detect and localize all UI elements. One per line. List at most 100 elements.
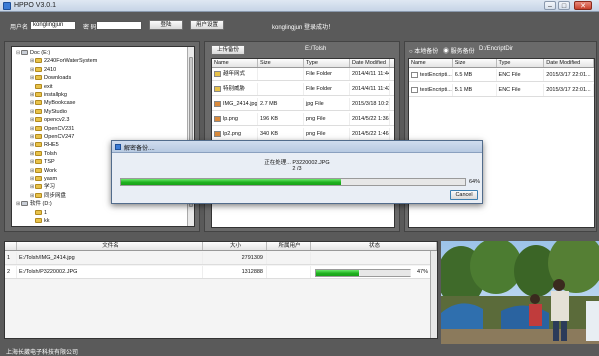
file-name-cell: lp2.png [212,128,258,140]
tree-item-label: installpkg [44,92,67,98]
file-date-cell: 2015/3/18 10:21... [350,98,390,110]
table-row[interactable]: 越年网式 File Folder2014/4/11 11:44... [212,68,394,81]
tree-item[interactable]: exit [12,83,53,91]
user-settings-button[interactable]: 用户设置 [190,20,224,30]
folder-icon [35,167,42,173]
tree-item-label: opencv2.3 [44,117,70,124]
file-type-cell: png File [304,128,350,140]
folder-icon [35,209,42,215]
folder-icon [35,150,42,156]
file-size-cell: 6.5 MB [453,69,497,81]
login-button[interactable]: 登陆 [149,20,183,30]
folder-icon [35,184,42,190]
queue-idx-cell: 1 [5,252,17,264]
tree-item[interactable]: 1 [12,209,47,217]
file-date-cell: 2015/3/17 22:01... [544,69,594,81]
tree-item[interactable]: ⊞ OpenCV247 [12,133,74,141]
queue-progress-fill [316,270,361,276]
queue-status-cell: 47% [311,266,437,278]
queue-progress-bar [315,269,411,277]
tree-item[interactable]: ⊞ 学习 [12,183,55,191]
transfer-queue[interactable]: 文件名 大小 所属用户 状态 1 E:/Tolsh/IMG_2414.jpg 279… [4,241,438,339]
remote-path: D:/EncriptDir [479,46,514,52]
col-size[interactable]: Size [258,59,304,67]
dialog-title-bar: 解密备份.... [112,141,482,153]
tree-item[interactable]: kk [12,217,50,225]
file-date-cell: 2014/5/22 1:46:... [350,128,390,140]
welcome-message: konglingjun 登录成功！ [272,25,335,31]
file-date-cell: 2014/4/11 11:44... [350,68,390,80]
file-type-cell: File Folder [304,83,350,95]
queue-scrollbar[interactable] [430,251,437,338]
tree-item-label: 1 [44,209,48,216]
table-row[interactable]: lp.png 196 KBpng File2014/5/22 1:36:0... [212,113,394,126]
table-row[interactable]: testEncripti... 5.1 MB ENC File 2015/3/17 2… [409,84,594,97]
status-bar: 上海长葳电子科技有限公司 [0,344,599,356]
col-type[interactable]: Type [497,59,545,67]
queue-row[interactable]: 2 E:/Tolsh/P3220002.JPG 1312888 47% [5,266,437,279]
tree-item[interactable]: ⊞ Tolsh [12,150,57,158]
tree-item-label: 2410 [44,66,57,73]
cancel-button[interactable]: Cancel [450,190,478,200]
folder-icon [35,58,42,64]
col-size[interactable]: Size [453,59,497,67]
tree-item-label: Tolsh [44,150,57,157]
app-icon [3,2,11,10]
col-date[interactable]: Date Modified [544,59,594,67]
tree-item[interactable]: ⊞ RHE5 [12,141,59,149]
col-owner[interactable]: 所属用户 [267,242,311,250]
col-type[interactable]: Type [304,59,350,67]
table-row[interactable]: IMG_2414.jpg 2.7 MB jpg File 2015/3/18 10:2… [212,98,394,111]
tree-item[interactable]: ⊞ 2410 [12,66,56,74]
minimize-button[interactable]: – [544,1,556,10]
image-file-icon [214,100,221,107]
queue-row[interactable]: 1 E:/Tolsh/IMG_2414.jpg 2791309 [5,252,437,265]
tree-item[interactable]: ⊞ MyStudio [12,108,67,116]
col-date[interactable]: Date Modified [350,59,390,67]
radio-local-backup[interactable]: ○ 本地备份 [409,46,438,55]
close-button[interactable]: ✕ [574,1,592,10]
file-size-cell [258,68,304,80]
username-input[interactable]: konglingjun [30,21,76,30]
tree-item[interactable]: ⊞ opencv2.3 [12,116,69,124]
dialog-progress-bar [120,178,466,186]
password-input[interactable] [96,21,142,30]
tree-item-label: RHE5 [44,142,59,149]
tree-item[interactable]: ⊞ Work [12,167,57,175]
tree-item[interactable]: ⊞ TSP [12,158,55,166]
tree-item-label: 软件 (D:) [30,201,52,208]
tree-item[interactable]: ⊞ yasm [12,175,57,183]
file-size-cell: 5.1 MB [453,84,497,96]
tree-item-label: MyBookcase [44,100,76,107]
tree-item[interactable]: ⊞ installpkg [12,91,67,99]
col-status[interactable]: 状态 [311,242,437,250]
tree-item-label: OpenCV231 [44,125,75,132]
folder-icon [214,85,221,92]
image-preview [441,241,599,344]
tree-item[interactable]: ⊞ OpenCV231 [12,125,74,133]
tree-item[interactable]: ⊞ 同步网盘 [12,192,66,200]
table-row[interactable]: 特别威胁 File Folder2014/4/11 11:43... [212,83,394,96]
col-name[interactable]: Name [409,59,453,67]
tree-item[interactable]: ⊞ MyBookcase [12,99,76,107]
upload-backup-button[interactable]: 上传备份 [211,45,245,55]
folder-icon [35,142,42,148]
tree-item[interactable]: ⊟ Doc (E:) [12,49,50,57]
maximize-button[interactable]: □ [558,1,570,10]
tree-item-label: OpenCV247 [44,134,75,140]
file-name-cell: testEncripti... [409,84,453,96]
tree-item[interactable]: ⊞ Downloads [12,74,71,82]
radio-remote-backup[interactable]: ◉ 服务备份 [443,46,475,55]
local-file-header: Name Size Type Date Modified [212,59,394,68]
tree-item[interactable]: ⊞ 2240ForWaterSystem [12,57,97,65]
tree-item[interactable]: ⊞ 软件 (D:) [12,200,52,208]
table-row[interactable]: testEncripti... 6.5 MB ENC File 2015/3/17 2… [409,69,594,82]
tree-item-label: 2240ForWaterSystem [44,58,98,65]
queue-name-cell: E:/Tolsh/IMG_2414.jpg [17,252,203,264]
col-size[interactable]: 大小 [203,242,267,250]
dialog-progress-fill [121,179,342,185]
col-filename[interactable]: 文件名 [17,242,203,250]
image-file-icon [214,115,221,122]
col-name[interactable]: Name [212,59,258,67]
file-type-cell: File Folder [304,68,350,80]
